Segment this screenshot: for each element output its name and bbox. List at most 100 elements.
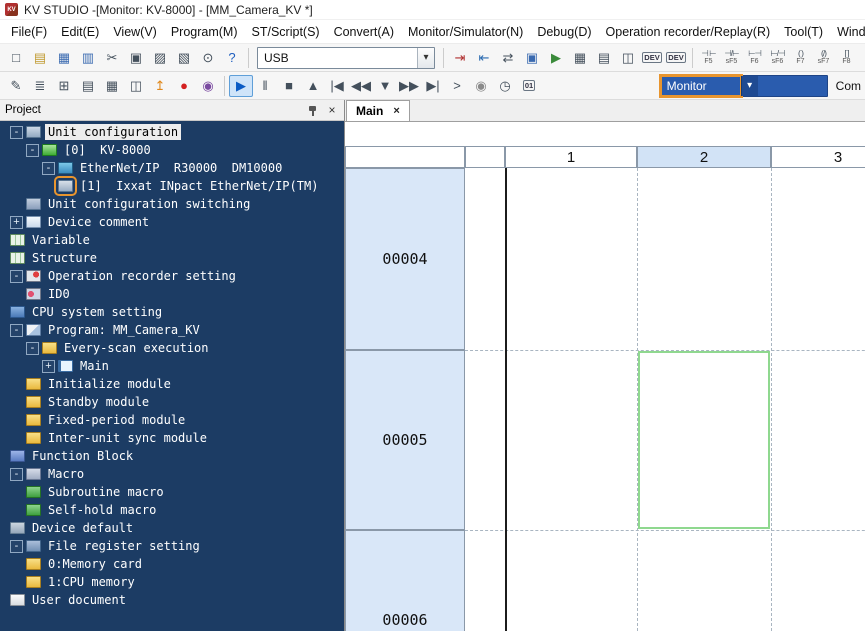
horizontal-line-button[interactable]: —F9 <box>858 47 865 69</box>
tree-item-unit-configuration[interactable]: - Unit configuration <box>0 123 344 141</box>
dev-unit-monitor-icon[interactable]: DEV <box>640 47 664 69</box>
tree-item-standby-module[interactable]: Standby module <box>0 393 344 411</box>
panel-close-icon[interactable]: × <box>325 103 339 117</box>
menu-item-program-m[interactable]: Program(M) <box>164 22 245 42</box>
menu-item-st-script-s[interactable]: ST/Script(S) <box>245 22 327 42</box>
collapse-box-icon[interactable]: - <box>10 467 23 481</box>
collapse-box-icon[interactable]: - <box>10 269 23 283</box>
simulator-icon[interactable]: ▶ <box>544 47 568 69</box>
comment-list-icon[interactable]: ≣ <box>28 75 52 97</box>
tree-item-id0[interactable]: ID0 <box>0 285 344 303</box>
column-header-1[interactable]: 1 <box>505 146 637 168</box>
tree-item-unit-configuration-switching[interactable]: Unit configuration switching <box>0 195 344 213</box>
paste-icon[interactable]: ▨ <box>148 47 172 69</box>
tree-item-1-cpu-memory[interactable]: 1:CPU memory <box>0 573 344 591</box>
dev-unit-editor-icon[interactable]: DEV <box>664 47 688 69</box>
tree-item-program-mm-camera-kv[interactable]: - Program: MM_Camera_KV <box>0 321 344 339</box>
replay-icon[interactable]: ◉ <box>196 75 220 97</box>
device-usage-list-icon[interactable]: ⊞ <box>52 75 76 97</box>
tree-item-every-scan-execution[interactable]: - Every-scan execution <box>0 339 344 357</box>
tree-item-function-block[interactable]: Function Block <box>0 447 344 465</box>
save-all-icon[interactable]: ▥ <box>76 47 100 69</box>
menu-item-operation-recorder-replay-r[interactable]: Operation recorder/Replay(R) <box>599 22 778 42</box>
tree-item-cpu-system-setting[interactable]: CPU system setting <box>0 303 344 321</box>
tree-item-user-document[interactable]: User document <box>0 591 344 609</box>
tree-item-inter-unit-sync-module[interactable]: Inter-unit sync module <box>0 429 344 447</box>
tab-main[interactable]: Main × <box>346 100 410 121</box>
step-down-button[interactable]: ▼ <box>373 75 397 97</box>
tree-item-subroutine-macro[interactable]: Subroutine macro <box>0 483 344 501</box>
read-from-plc-icon[interactable]: ⇤ <box>472 47 496 69</box>
copy-icon[interactable]: ▣ <box>124 47 148 69</box>
tree-item-initialize-module[interactable]: Initialize module <box>0 375 344 393</box>
expand-box-icon[interactable]: + <box>10 215 23 229</box>
menu-item-file-f[interactable]: File(F) <box>4 22 54 42</box>
registration-monitor-icon[interactable]: ▦ <box>568 47 592 69</box>
play-button[interactable]: ▶ <box>229 74 253 97</box>
transfer-to-plc-icon[interactable]: ⇥ <box>448 47 472 69</box>
watch-window-icon[interactable]: ▦ <box>100 75 124 97</box>
edit-mode-icon[interactable]: ✎ <box>4 75 28 97</box>
mode-combo[interactable]: Monitor ▾ <box>658 73 828 98</box>
instruction-button[interactable]: [ ] F8 <box>835 47 858 69</box>
step-up-button[interactable]: ▲ <box>301 75 325 97</box>
record-icon[interactable]: ● <box>172 75 196 97</box>
binary-monitor-icon[interactable]: 01 <box>517 75 541 97</box>
b-contact-button[interactable]: ⊣/⊢ sF5 <box>720 47 743 69</box>
pin-icon[interactable] <box>307 104 319 117</box>
tree-item-main[interactable]: + Main <box>0 357 344 375</box>
search-icon[interactable]: ⊙ <box>196 47 220 69</box>
record-standby-icon[interactable]: ◉ <box>469 75 493 97</box>
split-view-icon[interactable]: ◫ <box>124 75 148 97</box>
row-number-cell-00004[interactable]: 00004 <box>345 168 465 350</box>
column-header-2[interactable]: 2 <box>637 146 771 168</box>
tree-item-0-kv-8000[interactable]: - [0] KV-8000 <box>0 141 344 159</box>
tree-item-0-memory-card[interactable]: 0:Memory card <box>0 555 344 573</box>
tree-item-operation-recorder-setting[interactable]: - Operation recorder setting <box>0 267 344 285</box>
step-over-button[interactable]: > <box>445 75 469 97</box>
expand-box-icon[interactable]: + <box>42 359 55 373</box>
stop-button[interactable]: ■ <box>277 75 301 97</box>
or-a-contact-button[interactable]: ⊢⊣ F6 <box>743 47 766 69</box>
connection-combo[interactable]: USB ▾ <box>257 46 435 69</box>
out-coil-button[interactable]: ( ) F7 <box>789 47 812 69</box>
new-project-icon[interactable]: □ <box>4 47 28 69</box>
time-chart-icon[interactable]: ◷ <box>493 75 517 97</box>
tree-item-ethernet-ip-r30000-dm10000[interactable]: - EtherNet/IP R30000 DM10000 <box>0 159 344 177</box>
a-contact-button[interactable]: ⊣ ⊢ F5 <box>697 47 720 69</box>
print-icon[interactable]: ▧ <box>172 47 196 69</box>
tree-item-1-ixxat-inpact-ethernet-ip-tm[interactable]: [1] Ixxat INpact EtherNet/IP(TM) <box>0 176 344 196</box>
batch-monitor-icon[interactable]: ▤ <box>592 47 616 69</box>
tree-item-file-register-setting[interactable]: - File register setting <box>0 537 344 555</box>
tree-item-self-hold-macro[interactable]: Self-hold macro <box>0 501 344 519</box>
collapse-box-icon[interactable]: - <box>10 539 23 553</box>
menu-item-view-v[interactable]: View(V) <box>106 22 164 42</box>
column-header-3[interactable]: 3 <box>771 146 865 168</box>
help-icon[interactable]: ? <box>220 47 244 69</box>
row-number-cell-00005[interactable]: 00005 <box>345 350 465 530</box>
tree-item-device-comment[interactable]: + Device comment <box>0 213 344 231</box>
or-b-contact-button[interactable]: ⊢/⊣ sF6 <box>766 47 789 69</box>
collapse-box-icon[interactable]: - <box>10 125 23 139</box>
collapse-box-icon[interactable]: - <box>10 323 23 337</box>
recorder-transfer-icon[interactable]: ↥ <box>148 75 172 97</box>
device-monitor-icon[interactable]: ◫ <box>616 47 640 69</box>
menu-item-convert-a[interactable]: Convert(A) <box>327 22 401 42</box>
row-number-cell-00006[interactable]: 00006 <box>345 530 465 631</box>
tree-item-device-default[interactable]: Device default <box>0 519 344 537</box>
collapse-box-icon[interactable]: - <box>26 143 39 157</box>
cut-icon[interactable]: ✂ <box>100 47 124 69</box>
menu-item-debug-d[interactable]: Debug(D) <box>530 22 598 42</box>
out-not-coil-button[interactable]: (/) sF7 <box>812 47 835 69</box>
label-list-icon[interactable]: ▤ <box>76 75 100 97</box>
save-icon[interactable]: ▦ <box>52 47 76 69</box>
jump-end-button[interactable]: ▶| <box>421 75 445 97</box>
verify-icon[interactable]: ⇄ <box>496 47 520 69</box>
tree-item-fixed-period-module[interactable]: Fixed-period module <box>0 411 344 429</box>
ladder-grid[interactable]: 1 2 3 00004 00005 00006 <box>345 122 865 631</box>
menu-item-monitor-simulator-n[interactable]: Monitor/Simulator(N) <box>401 22 530 42</box>
next-frame-button[interactable]: ▶▶ <box>397 75 421 97</box>
prev-frame-button[interactable]: ◀◀ <box>349 75 373 97</box>
jump-start-button[interactable]: |◀ <box>325 75 349 97</box>
tab-close-icon[interactable]: × <box>393 105 399 117</box>
